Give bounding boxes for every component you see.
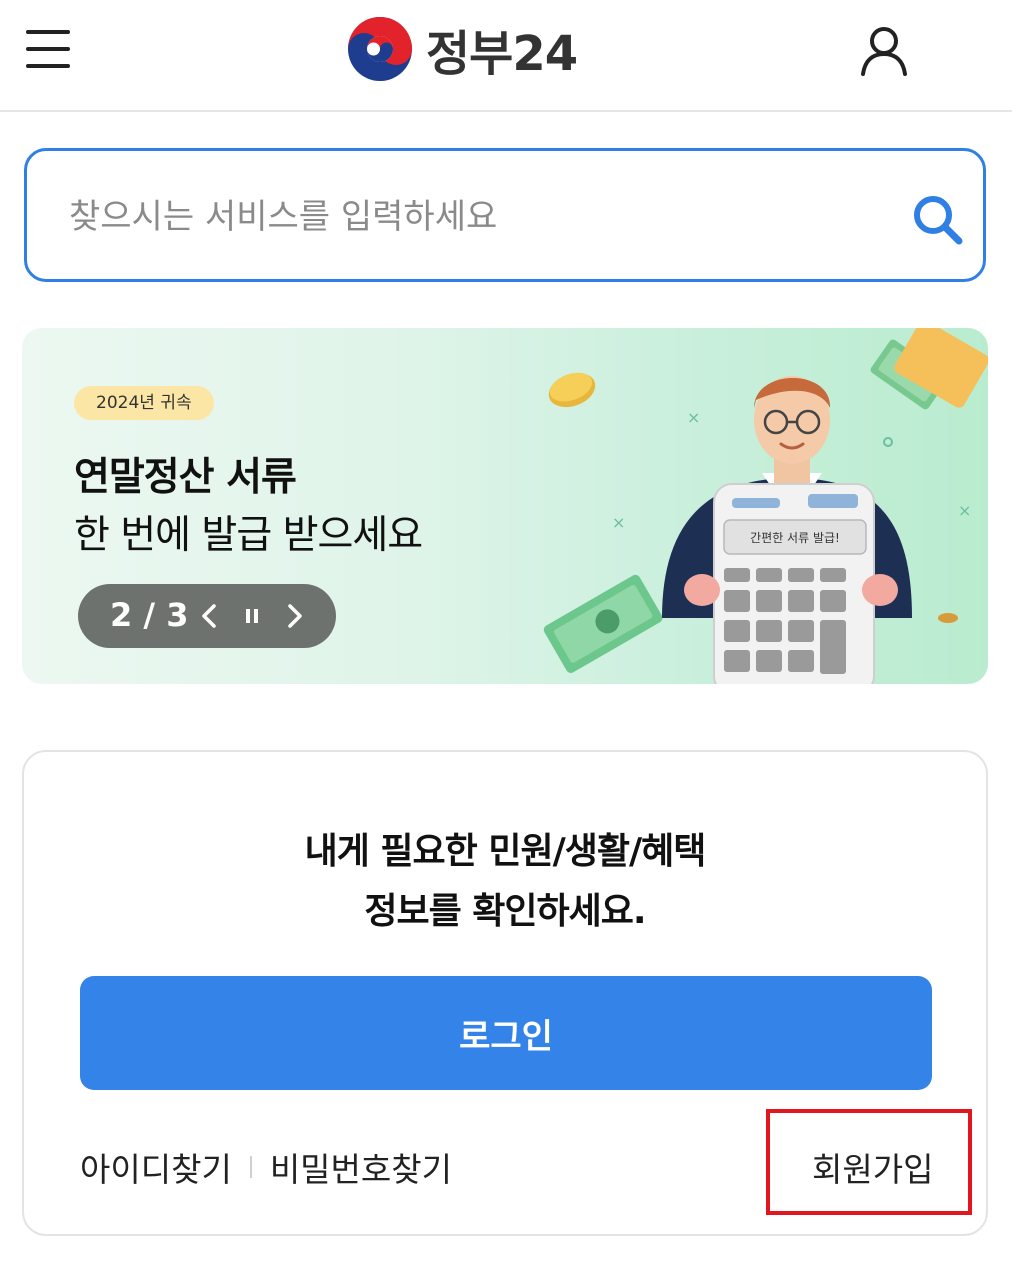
promo-banner[interactable]: 2024년 귀속 연말정산 서류 한 번에 발급 받으세요 2 / 3 × × … bbox=[22, 328, 988, 684]
pager-count: 2 / 3 bbox=[110, 596, 189, 634]
folder-icon bbox=[894, 328, 988, 408]
account-links: 아이디찾기 비밀번호찾기 bbox=[80, 1144, 452, 1190]
search-input[interactable] bbox=[69, 189, 889, 245]
banner-illustration: × × × 간편한 서류 발급! bbox=[543, 328, 988, 684]
chevron-left-icon[interactable] bbox=[192, 598, 226, 634]
card-title-line1: 내게 필요한 민원/생활/혜택 bbox=[304, 831, 707, 872]
logo-text: 정부24 bbox=[426, 26, 578, 82]
search-icon[interactable] bbox=[911, 193, 965, 247]
svg-text:간편한 서류 발급!: 간편한 서류 발급! bbox=[750, 531, 840, 545]
hamburger-menu-icon[interactable] bbox=[26, 28, 72, 70]
search-box bbox=[24, 148, 986, 282]
banner-badge: 2024년 귀속 bbox=[74, 386, 214, 420]
coin-icon bbox=[548, 372, 596, 408]
svg-text:×: × bbox=[612, 513, 625, 532]
signup-highlight-box: 회원가입 bbox=[766, 1109, 972, 1215]
svg-text:×: × bbox=[687, 408, 700, 427]
banner-subtitle: 한 번에 발급 받으세요 bbox=[74, 513, 423, 558]
svg-text:×: × bbox=[958, 501, 971, 520]
pause-icon[interactable] bbox=[235, 598, 269, 634]
signup-link[interactable]: 회원가입 bbox=[812, 1143, 933, 1191]
app-header: 정부24 bbox=[0, 0, 1012, 112]
card-title-line2: 정보를 확인하세요. bbox=[364, 891, 646, 932]
chevron-right-icon[interactable] bbox=[278, 598, 312, 634]
banknote-icon bbox=[543, 574, 663, 673]
banner-title: 연말정산 서류 bbox=[74, 455, 297, 500]
link-divider bbox=[249, 1156, 252, 1178]
banner-pager: 2 / 3 bbox=[78, 584, 336, 648]
user-icon[interactable] bbox=[858, 24, 910, 76]
login-button[interactable]: 로그인 bbox=[80, 976, 932, 1090]
calculator-illustration: 간편한 서류 발급! bbox=[684, 483, 898, 684]
login-card: 내게 필요한 민원/생활/혜택 정보를 확인하세요. 로그인 아이디찾기 비밀번… bbox=[22, 750, 988, 1236]
gov24-logo[interactable]: 정부24 bbox=[346, 14, 578, 84]
taegeuk-logo-icon bbox=[348, 17, 412, 81]
find-password-link[interactable]: 비밀번호찾기 bbox=[270, 1143, 452, 1191]
find-id-link[interactable]: 아이디찾기 bbox=[80, 1143, 232, 1191]
